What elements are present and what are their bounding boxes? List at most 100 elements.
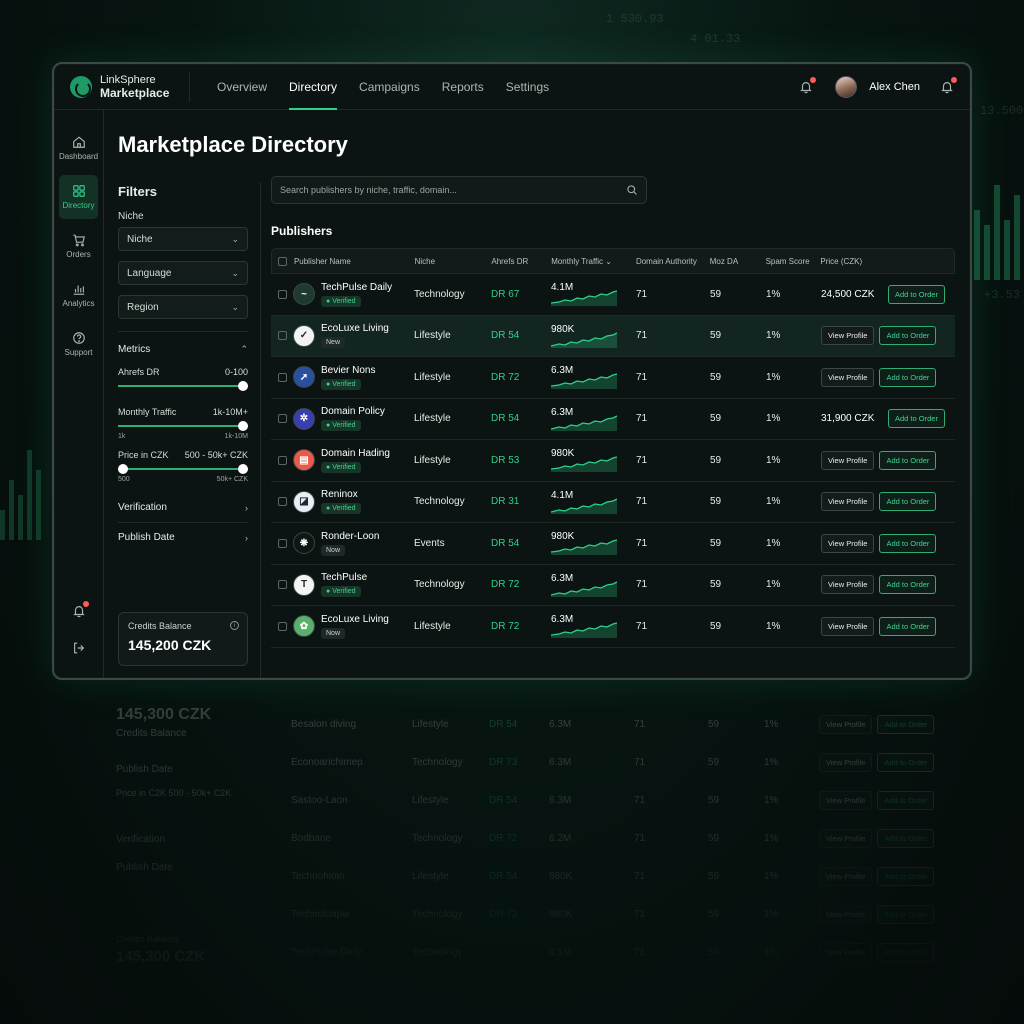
publisher-name[interactable]: TechPulse	[321, 572, 367, 583]
table-row[interactable]: ✿ EcoLuxe Living Now Lifestyle DR 72 6.3…	[271, 606, 955, 648]
table-row[interactable]: ✲ Domain Policy ● Verified Lifestyle DR …	[271, 399, 955, 440]
user-name[interactable]: Alex Chen	[869, 81, 920, 93]
add-to-order-button[interactable]: Add to Order	[879, 367, 937, 387]
table-row[interactable]: T TechPulse ● Verified Technology DR 72 …	[271, 565, 955, 606]
add-to-order-button[interactable]: Add to Order	[888, 409, 945, 429]
price-max: 50k+ CZK	[216, 476, 248, 483]
nav-campaigns[interactable]: Campaigns	[348, 64, 431, 110]
row-checkbox[interactable]	[277, 497, 287, 507]
ahrefs-slider-handle[interactable]	[238, 381, 248, 391]
region-select[interactable]: Region ⌄	[118, 295, 248, 319]
reflection-verification: Verification	[116, 834, 165, 845]
col-moz-da[interactable]: Moz DA	[710, 257, 766, 266]
logout-icon[interactable]	[72, 641, 86, 660]
add-to-order-button[interactable]: Add to Order	[879, 492, 937, 512]
price-slider-min-handle[interactable]	[118, 464, 128, 474]
col-publisher-name[interactable]: Publisher Name	[294, 257, 415, 266]
row-checkbox[interactable]	[277, 538, 287, 548]
row-checkbox[interactable]	[277, 372, 287, 382]
ahrefs-dr-cell: DR 72	[491, 579, 520, 591]
table-row[interactable]: ✓ EcoLuxe Living New Lifestyle DR 54 980…	[271, 315, 955, 357]
view-profile-button[interactable]: View Profile	[821, 575, 875, 595]
publisher-search[interactable]	[271, 176, 647, 204]
row-checkbox[interactable]	[277, 414, 287, 424]
traffic-slider[interactable]	[118, 421, 248, 431]
spam-score-cell: 1%	[766, 413, 781, 425]
rail-item-analytics[interactable]: Analytics	[59, 273, 98, 317]
language-select[interactable]: Language ⌄	[118, 261, 248, 285]
add-to-order-button[interactable]: Add to Order	[879, 575, 937, 595]
traffic-slider-handle[interactable]	[238, 421, 248, 431]
nav-settings[interactable]: Settings	[495, 64, 560, 110]
info-icon[interactable]: i	[230, 621, 239, 630]
select-all-checkbox[interactable]	[278, 256, 288, 266]
col-monthly-traffic[interactable]: Monthly Traffic ⌄	[551, 257, 636, 266]
col-price[interactable]: Price (CZK)	[820, 257, 954, 266]
price-slider-max-handle[interactable]	[238, 464, 248, 474]
status-badge-label: Verified	[332, 380, 356, 388]
rail-item-support[interactable]: Support	[59, 322, 98, 366]
view-profile-button[interactable]: View Profile	[821, 367, 875, 387]
add-to-order-button[interactable]: Add to Order	[879, 326, 937, 346]
metrics-section-toggle[interactable]: Metrics ⌃	[118, 331, 248, 355]
col-niche[interactable]: Niche	[415, 257, 492, 266]
domain-authority-cell: 71	[636, 454, 648, 466]
row-checkbox[interactable]	[277, 621, 287, 631]
search-icon[interactable]	[626, 184, 638, 196]
publisher-name[interactable]: Domain Policy	[321, 406, 385, 417]
niche-cell: Lifestyle	[414, 330, 451, 342]
row-checkbox[interactable]	[277, 455, 287, 465]
row-checkbox[interactable]	[277, 331, 287, 341]
add-to-order-button[interactable]: Add to Order	[879, 450, 937, 470]
rail-item-directory[interactable]: Directory	[59, 175, 98, 219]
notification-settings-icon[interactable]	[72, 601, 89, 623]
publisher-name[interactable]: Domain Hading	[321, 448, 390, 459]
notifications-bell-icon[interactable]	[799, 76, 817, 94]
status-badge-label: Verified	[332, 422, 356, 430]
publisher-name[interactable]: Ronder-Loon	[321, 531, 379, 542]
rail-item-orders[interactable]: Orders	[59, 224, 98, 268]
view-profile-button[interactable]: View Profile	[821, 450, 875, 470]
ahrefs-dr-cell: DR 54	[491, 537, 520, 549]
search-input[interactable]	[280, 185, 626, 195]
publisher-name[interactable]: EcoLuxe Living	[321, 614, 389, 625]
table-row[interactable]: ◪ Reninox ● Verified Technology DR 31 4.…	[271, 482, 955, 523]
publisher-name[interactable]: Bevier Nons	[321, 365, 375, 376]
price-slider[interactable]	[118, 464, 248, 474]
nav-reports[interactable]: Reports	[431, 64, 495, 110]
nav-overview[interactable]: Overview	[206, 64, 278, 110]
col-spam-score[interactable]: Spam Score	[766, 257, 821, 266]
col-ahrefs-dr[interactable]: Ahrefs DR	[491, 257, 551, 266]
ahrefs-slider[interactable]	[118, 381, 248, 391]
publish-date-toggle[interactable]: Publish Date ›	[118, 523, 248, 552]
table-row[interactable]: ▤ Domain Hading ● Verified Lifestyle DR …	[271, 440, 955, 482]
brand[interactable]: LinkSphere Marketplace	[70, 71, 190, 102]
help-icon	[72, 332, 85, 344]
notification-dot	[810, 76, 817, 83]
publisher-name[interactable]: Reninox	[321, 489, 361, 500]
niche-select[interactable]: Niche ⌄	[118, 227, 248, 251]
publisher-name[interactable]: EcoLuxe Living	[321, 323, 389, 334]
add-to-order-button[interactable]: Add to Order	[879, 616, 937, 636]
traffic-sparkline	[551, 332, 617, 348]
view-profile-button[interactable]: View Profile	[821, 533, 875, 553]
row-checkbox[interactable]	[277, 289, 287, 299]
table-row[interactable]: ~ TechPulse Daily ● Verified Technology …	[271, 274, 955, 316]
view-profile-button[interactable]: View Profile	[821, 616, 875, 636]
col-domain-authority[interactable]: Domain Authority	[636, 257, 710, 266]
add-to-order-button[interactable]: Add to Order	[888, 284, 945, 304]
table-row[interactable]: ❋ Ronder-Loon Now Events DR 54 980K 71 5…	[271, 523, 955, 565]
traffic-sparkline	[551, 290, 617, 307]
alerts-bell-icon[interactable]	[940, 76, 957, 94]
publisher-name[interactable]: TechPulse Daily	[321, 282, 392, 293]
rail-item-dashboard[interactable]: Dashboard	[59, 126, 98, 170]
table-row[interactable]: ➚ Bevier Nons ● Verified Lifestyle DR 72…	[271, 357, 955, 399]
verification-toggle[interactable]: Verification ›	[118, 493, 248, 523]
view-profile-button[interactable]: View Profile	[821, 326, 875, 346]
nav-directory[interactable]: Directory	[278, 64, 348, 110]
status-badge: New	[321, 337, 346, 349]
add-to-order-button[interactable]: Add to Order	[879, 533, 937, 553]
row-checkbox[interactable]	[277, 580, 287, 590]
view-profile-button[interactable]: View Profile	[821, 492, 875, 512]
user-avatar[interactable]	[835, 75, 858, 98]
